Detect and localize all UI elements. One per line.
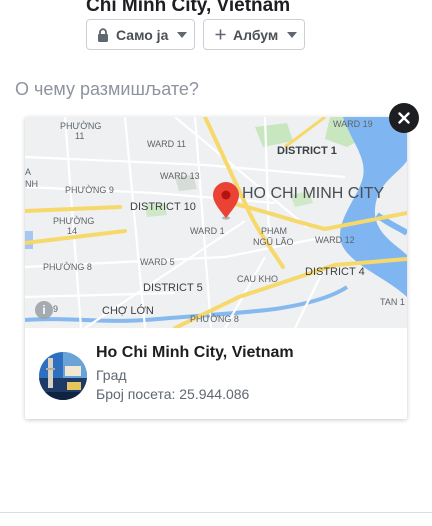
chevron-down-icon — [177, 31, 188, 38]
map-label: PHƯỜNG 8 — [190, 314, 239, 324]
privacy-selector-button[interactable]: Само ја — [86, 19, 195, 50]
map-label: TAN 1 — [380, 297, 405, 307]
map-label: DISTRICT 4 — [305, 266, 365, 278]
place-title[interactable]: Ho Chi Minh City, Vietnam — [96, 344, 294, 362]
place-thumbnail — [39, 352, 87, 400]
map-label: CAU KHO — [237, 274, 278, 284]
map-label: NH — [25, 179, 38, 189]
location-title: Chi Minh City, Vietnam — [86, 0, 291, 16]
remove-location-button[interactable] — [389, 103, 419, 133]
privacy-label: Само ја — [116, 26, 169, 43]
map-label: DISTRICT 1 — [277, 145, 337, 157]
map-label: PHƯỜNG — [60, 121, 101, 131]
map-label: WARD 12 — [315, 235, 355, 245]
location-card: PHƯỜNG 11 WARD 19 WARD 11 WARD 13 A NH P… — [25, 117, 407, 419]
album-selector-button[interactable]: Албум — [203, 19, 305, 50]
map-label: CHỢ LỚN — [102, 304, 154, 317]
map-city-label: HO CHI MINH CITY — [242, 185, 385, 202]
map-label: PHƯỜNG 8 — [43, 262, 92, 272]
chevron-down-icon — [287, 31, 298, 38]
map-label: DISTRICT 5 — [143, 282, 203, 294]
map-label: WARD 1 — [190, 226, 225, 236]
map-label: PHƯỜNG — [53, 216, 94, 226]
place-type: Град — [96, 367, 127, 383]
composer-bottom-bar — [0, 512, 432, 526]
post-text-input[interactable]: О чему размишљате? — [15, 79, 199, 100]
map-label: DISTRICT 10 — [130, 201, 196, 213]
map-label: A — [25, 167, 31, 177]
map-label: NGŨ LÃO — [253, 237, 294, 247]
location-map[interactable]: PHƯỜNG 11 WARD 19 WARD 11 WARD 13 A NH P… — [25, 117, 407, 328]
close-icon — [398, 112, 410, 124]
map-info-icon[interactable]: i — [35, 301, 53, 319]
map-label: WARD 5 — [140, 257, 175, 267]
map-label: WARD 11 — [147, 139, 186, 149]
map-label: 9 — [53, 304, 58, 314]
place-visits: Број посета: 25.944.086 — [96, 386, 250, 402]
map-label: PHƯỜNG 9 — [65, 185, 114, 195]
map-label: WARD 19 — [333, 119, 373, 129]
plus-icon — [215, 29, 226, 40]
lock-icon — [97, 27, 109, 42]
map-label: 11 — [75, 131, 84, 141]
map-label: WARD 13 — [160, 171, 200, 181]
map-label: 14 — [67, 226, 77, 236]
album-label: Албум — [233, 26, 279, 43]
map-label: PHAM — [261, 226, 287, 236]
